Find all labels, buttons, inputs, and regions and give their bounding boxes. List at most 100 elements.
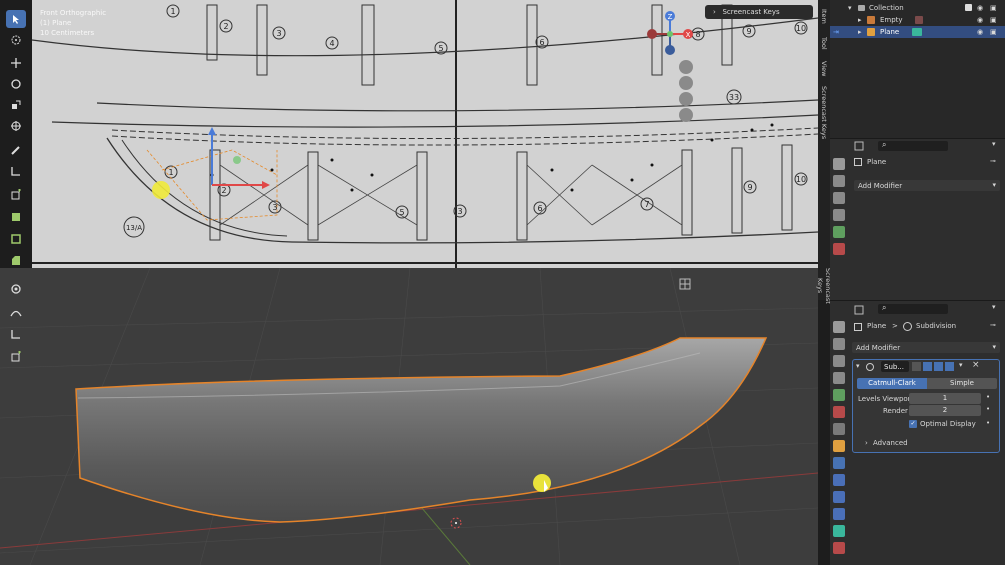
zoom-icon[interactable] [679,60,693,74]
3d-viewport[interactable] [0,268,818,565]
outliner-item-name: Empty [880,16,903,24]
tab-tool[interactable]: Tool [818,32,830,54]
simple-button[interactable]: Simple [927,378,997,389]
property-search-input[interactable]: ⌕ [878,140,948,151]
view-layer-icon[interactable] [833,208,845,221]
cursor-icon[interactable] [6,31,26,49]
levels-viewport-field[interactable]: 1 [909,393,981,404]
tab-view[interactable]: View [818,58,830,80]
chevron-right-icon[interactable]: ▸ [858,26,862,38]
render-icon[interactable] [833,337,845,350]
outliner-collection-row[interactable]: ▾ Collection ◉ ▣ [830,2,1005,14]
viewport-nav-buttons[interactable] [677,58,695,128]
cage-toggle-icon[interactable] [912,362,921,371]
world-icon[interactable] [833,405,845,418]
render-levels-field[interactable]: 2 [909,405,981,416]
add-modifier-dropdown[interactable]: Add Modifier ▾ [852,342,1000,353]
physics-icon[interactable] [833,490,845,503]
screencast-panel[interactable]: › Screencast Keys [705,5,813,19]
add-mesh-icon[interactable] [6,348,26,366]
eye-icon[interactable]: ◉ [977,2,983,14]
chevron-down-icon[interactable]: ▾ [992,140,996,148]
object-name: Plane [867,158,887,166]
ruler-icon[interactable] [6,325,26,343]
property-search-input[interactable]: ⌕ [878,303,948,314]
add-modifier-dropdown[interactable]: Add Modifier ▾ [854,180,1000,191]
tool-icon[interactable] [833,320,845,333]
viewport-toggle-icon[interactable] [934,362,943,371]
spin-icon[interactable] [6,280,26,298]
svg-text:1: 1 [168,168,173,177]
output-icon[interactable] [833,354,845,367]
keyframe-dot-icon[interactable]: • [986,419,990,427]
tool-icon[interactable] [833,157,845,170]
mesh-data-icon [912,28,922,36]
viewport-info: Front Orthographic (1) Plane 10 Centimet… [40,8,106,38]
camera-icon[interactable]: ▣ [990,2,997,14]
scale-icon[interactable] [6,96,26,114]
properties-editor-bottom: ⌕ ▾ Plane > Subdivision ⊸ Add Modifier ▾… [830,300,1005,565]
camera-icon[interactable] [679,92,693,106]
chevron-down-icon[interactable]: ▾ [959,361,963,369]
pin-icon[interactable]: ⊸ [990,321,996,329]
editmode-toggle-icon[interactable] [923,362,932,371]
measure-icon[interactable] [6,162,26,180]
transform-icon[interactable] [6,117,26,135]
keyframe-dot-icon[interactable]: • [986,393,990,401]
pan-icon[interactable] [679,76,693,90]
scene-icon[interactable] [833,225,845,238]
outliner-item-plane[interactable]: ⇥ ▸ Plane ◉ ▣ [830,26,1005,38]
advanced-subpanel-label[interactable]: Advanced [873,439,908,447]
annotate-icon[interactable] [6,141,26,159]
particles-icon[interactable] [833,473,845,486]
keyframe-dot-icon[interactable]: • [986,405,990,413]
navigation-gizmo[interactable]: Z X [640,8,710,63]
pin-icon[interactable]: ⊸ [990,157,996,165]
bevel-icon[interactable] [6,252,26,270]
select-box-icon[interactable] [6,10,26,28]
move-icon[interactable] [6,54,26,72]
eye-icon[interactable]: ◉ [977,14,983,26]
constraints-icon[interactable] [833,507,845,520]
modifier-name-field[interactable]: Sub... [881,361,909,372]
material-icon[interactable] [833,541,845,554]
collection-icon[interactable] [833,422,845,435]
grid-icon[interactable] [679,108,693,122]
optimal-display-checkbox[interactable]: ✓ [909,420,917,428]
rotate-icon[interactable] [6,75,26,93]
outliner-item-empty[interactable]: ▸ Empty ◉ ▣ [830,14,1005,26]
grid-toggle-icon[interactable] [679,278,691,290]
world-icon[interactable] [833,242,845,255]
active-object: (1) Plane [40,19,72,27]
catmull-clark-button[interactable]: Catmull-Clark [857,378,927,389]
checkbox-icon[interactable] [965,4,972,11]
tab-item[interactable]: Item [818,4,830,28]
render-toggle-icon[interactable] [945,362,954,371]
chevron-right-icon[interactable]: › [865,439,868,447]
render-icon[interactable] [833,174,845,187]
close-icon[interactable]: × [972,360,980,370]
panel-menu-icon[interactable] [854,141,864,151]
tab-screencast-lower[interactable]: Screencast Keys [816,268,832,304]
camera-icon[interactable]: ▣ [990,14,997,26]
object-properties-icon[interactable] [833,439,845,452]
camera-icon[interactable]: ▣ [990,26,997,38]
mesh-data-icon[interactable] [833,524,845,537]
output-icon[interactable] [833,191,845,204]
view-layer-icon[interactable] [833,371,845,384]
wrench-icon[interactable] [833,456,845,469]
chevron-down-icon[interactable]: ▾ [848,2,852,14]
scene-icon[interactable] [833,388,845,401]
panel-menu-icon[interactable] [854,305,864,315]
chevron-right-icon[interactable]: ▸ [858,14,862,26]
inset-icon[interactable] [6,230,26,248]
add-cube-icon[interactable] [6,186,26,204]
hull-mesh [75,337,768,523]
extrude-icon[interactable] [6,208,26,226]
tab-screencast[interactable]: Screencast Keys [818,85,830,140]
eye-icon[interactable]: ◉ [977,26,983,38]
chevron-down-icon[interactable]: ▾ [856,362,860,370]
smooth-icon[interactable] [6,304,26,322]
modifier-icon [866,363,874,371]
chevron-down-icon[interactable]: ▾ [992,303,996,311]
